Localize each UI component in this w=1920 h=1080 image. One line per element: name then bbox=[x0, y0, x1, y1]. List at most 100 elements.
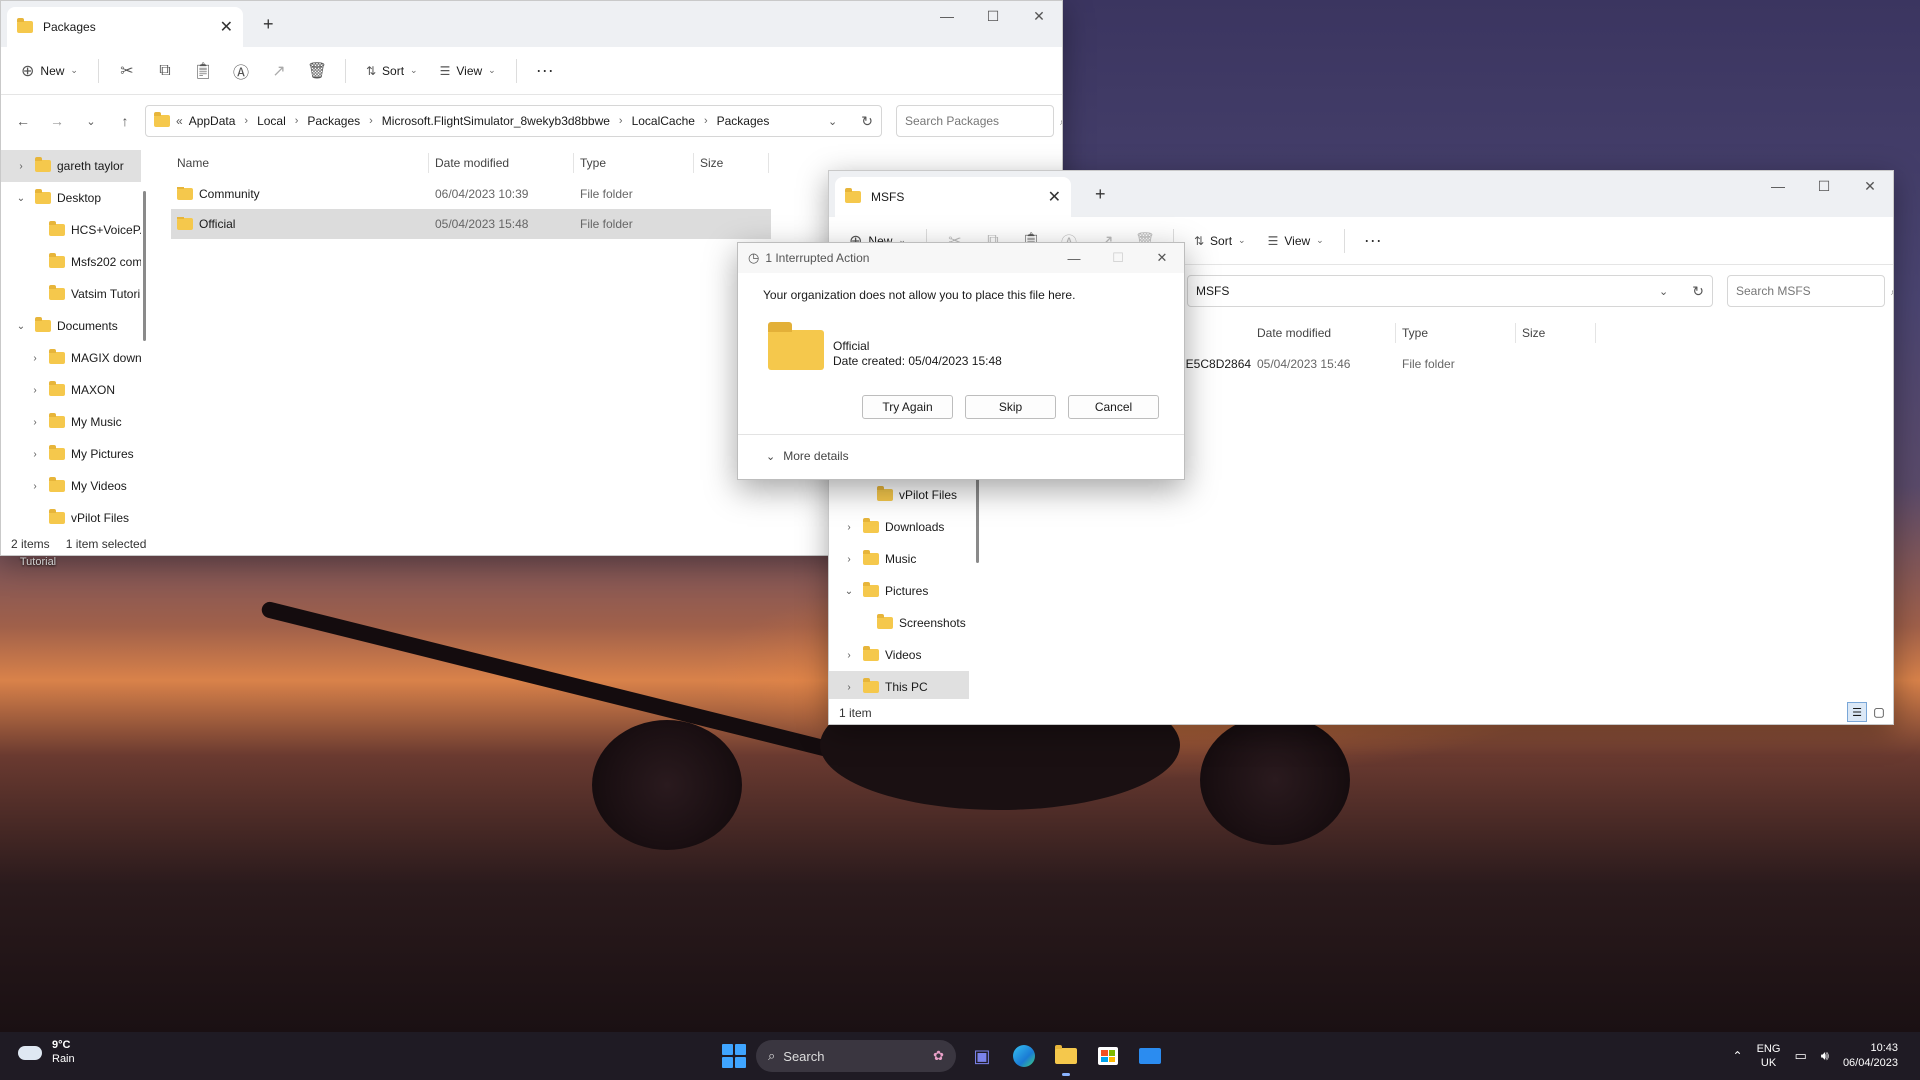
maximize-button[interactable]: ☐ bbox=[1801, 171, 1847, 201]
search-box[interactable]: ⌕ bbox=[896, 105, 1062, 137]
forward-arrow-icon[interactable]: → bbox=[43, 107, 71, 135]
sidebar-item[interactable]: › My Videos bbox=[1, 470, 141, 502]
chevron-down-icon[interactable]: ⌄ bbox=[13, 193, 29, 204]
chevron-right-icon[interactable]: › bbox=[27, 353, 43, 364]
column-size[interactable]: Size bbox=[694, 153, 769, 173]
table-row[interactable]: Official 05/04/2023 15:48 File folder bbox=[171, 209, 771, 239]
sort-button[interactable]: ⇅ Sort ⌄ bbox=[358, 55, 426, 87]
maximize-button[interactable]: ☐ bbox=[1096, 243, 1140, 273]
cancel-button[interactable]: Cancel bbox=[1068, 395, 1159, 419]
sidebar-scrollbar[interactable] bbox=[976, 471, 979, 563]
column-type[interactable]: Type bbox=[1396, 323, 1516, 343]
sidebar-item[interactable]: ⌄ Desktop bbox=[1, 182, 141, 214]
more-details-toggle[interactable]: ⌄ More details bbox=[766, 449, 849, 463]
breadcrumb-item[interactable]: AppData bbox=[189, 114, 236, 128]
sidebar-item[interactable]: › MAGIX down bbox=[1, 342, 141, 374]
clock[interactable]: 10:43 06/04/2023 bbox=[1843, 1041, 1898, 1071]
recent-chevron-icon[interactable]: ⌄ bbox=[77, 107, 105, 135]
desktop-icon-label[interactable]: Tutorial bbox=[8, 556, 68, 568]
search-input[interactable] bbox=[1736, 284, 1891, 298]
breadcrumb-item[interactable]: Packages bbox=[717, 114, 770, 128]
address-dropdown-icon[interactable]: ⌄ bbox=[828, 115, 837, 128]
title-bar[interactable]: Packages ✕ + — ☐ ✕ bbox=[1, 1, 1062, 47]
close-window-button[interactable]: ✕ bbox=[1016, 1, 1062, 31]
view-button[interactable]: ☰ View ⌄ bbox=[432, 55, 504, 87]
microsoft-store-icon[interactable] bbox=[1092, 1040, 1124, 1072]
tab-packages[interactable]: Packages ✕ bbox=[7, 7, 243, 47]
up-arrow-icon[interactable]: ↑ bbox=[111, 107, 139, 135]
address-bar[interactable]: « AppData › Local › Packages › Microsoft.Fl… bbox=[145, 105, 882, 137]
chevron-right-icon[interactable]: › bbox=[27, 385, 43, 396]
chevron-right-icon[interactable]: › bbox=[27, 417, 43, 428]
close-tab-icon[interactable]: ✕ bbox=[220, 17, 233, 37]
chevron-up-icon[interactable]: ⌃ bbox=[1733, 1049, 1743, 1063]
column-name[interactable] bbox=[1179, 323, 1251, 343]
minimize-button[interactable]: — bbox=[924, 1, 970, 31]
maximize-button[interactable]: ☐ bbox=[970, 1, 1016, 31]
details-view-icon[interactable]: ☰ bbox=[1847, 702, 1867, 722]
sidebar-item[interactable]: › This PC bbox=[829, 671, 969, 699]
column-size[interactable]: Size bbox=[1516, 323, 1596, 343]
thumbnail-view-icon[interactable]: ▢ bbox=[1869, 702, 1889, 722]
overflow-chevron-icon[interactable]: « bbox=[176, 114, 183, 128]
cut-icon[interactable]: ✂ bbox=[111, 55, 143, 87]
mail-icon[interactable] bbox=[1134, 1040, 1166, 1072]
breadcrumb-item[interactable]: Local bbox=[257, 114, 286, 128]
chevron-right-icon[interactable]: › bbox=[841, 650, 857, 661]
language-indicator[interactable]: ENG UK bbox=[1757, 1042, 1781, 1070]
breadcrumb-item[interactable]: MSFS bbox=[1196, 284, 1229, 298]
sidebar-item[interactable]: › Videos bbox=[829, 639, 969, 671]
column-type[interactable]: Type bbox=[574, 153, 694, 173]
more-options-icon[interactable]: ··· bbox=[1357, 225, 1389, 257]
sort-button[interactable]: ⇅ Sort ⌄ bbox=[1186, 225, 1254, 257]
file-explorer-icon[interactable] bbox=[1050, 1040, 1082, 1076]
new-tab-button[interactable]: + bbox=[263, 14, 274, 35]
chevron-right-icon[interactable]: › bbox=[13, 161, 29, 172]
dialog-title-bar[interactable]: ◷ 1 Interrupted Action — ☐ ✕ bbox=[738, 243, 1184, 273]
start-windows-icon[interactable] bbox=[722, 1044, 746, 1068]
column-name[interactable]: Name bbox=[171, 153, 429, 173]
close-tab-icon[interactable]: ✕ bbox=[1048, 187, 1061, 207]
chevron-right-icon[interactable]: › bbox=[841, 682, 857, 693]
column-date-modified[interactable]: Date modified bbox=[1251, 323, 1396, 343]
new-tab-button[interactable]: + bbox=[1095, 184, 1106, 205]
table-row[interactable]: Community 06/04/2023 10:39 File folder bbox=[171, 179, 771, 209]
sidebar-item[interactable]: › Music bbox=[829, 543, 969, 575]
sidebar-item[interactable]: vPilot Files bbox=[829, 479, 969, 511]
sidebar-scrollbar[interactable] bbox=[143, 191, 146, 341]
chevron-right-icon[interactable]: › bbox=[841, 554, 857, 565]
close-window-button[interactable]: ✕ bbox=[1847, 171, 1893, 201]
more-options-icon[interactable]: ··· bbox=[529, 55, 561, 87]
view-button[interactable]: ☰ View ⌄ bbox=[1260, 225, 1332, 257]
breadcrumb-item[interactable]: Microsoft.FlightSimulator_8wekyb3d8bbwe bbox=[382, 114, 610, 128]
chevron-right-icon[interactable]: › bbox=[27, 449, 43, 460]
search-input[interactable] bbox=[905, 114, 1060, 128]
teams-chat-icon[interactable]: ▣ bbox=[966, 1040, 998, 1072]
address-bar[interactable]: MSFS ⌄ ↻ bbox=[1187, 275, 1713, 307]
new-button[interactable]: ⊕ New ⌄ bbox=[13, 55, 86, 87]
refresh-icon[interactable]: ↻ bbox=[1692, 283, 1704, 300]
breadcrumb-item[interactable]: LocalCache bbox=[632, 114, 695, 128]
sidebar-item[interactable]: › Downloads bbox=[829, 511, 969, 543]
refresh-icon[interactable]: ↻ bbox=[861, 113, 873, 130]
title-bar[interactable]: MSFS ✕ + — ☐ ✕ bbox=[829, 171, 1893, 217]
minimize-button[interactable]: — bbox=[1755, 171, 1801, 201]
chevron-down-icon[interactable]: ⌄ bbox=[841, 586, 857, 597]
back-arrow-icon[interactable]: ← bbox=[9, 107, 37, 135]
taskbar-search[interactable]: ⌕ Search ✿ bbox=[756, 1040, 956, 1072]
search-box[interactable]: ⌕ bbox=[1727, 275, 1893, 307]
paste-icon[interactable]: 📋︎ bbox=[187, 55, 219, 87]
chevron-right-icon[interactable]: › bbox=[27, 481, 43, 492]
sidebar-item[interactable]: › MAXON bbox=[1, 374, 141, 406]
interrupted-action-dialog[interactable]: ◷ 1 Interrupted Action — ☐ ✕ Your organi… bbox=[737, 242, 1185, 480]
minimize-button[interactable]: — bbox=[1052, 243, 1096, 273]
network-icon[interactable]: ▭ bbox=[1794, 1048, 1806, 1064]
address-dropdown-icon[interactable]: ⌄ bbox=[1659, 285, 1668, 298]
tab-msfs[interactable]: MSFS ✕ bbox=[835, 177, 1071, 217]
delete-icon[interactable]: 🗑︎ bbox=[301, 55, 333, 87]
sidebar-item[interactable]: Screenshots bbox=[829, 607, 969, 639]
breadcrumb-item[interactable]: Packages bbox=[307, 114, 360, 128]
sidebar-item[interactable]: › My Pictures bbox=[1, 438, 141, 470]
sidebar-item[interactable]: ⌄ Pictures bbox=[829, 575, 969, 607]
sidebar-item[interactable]: HCS+VoiceP... bbox=[1, 214, 141, 246]
